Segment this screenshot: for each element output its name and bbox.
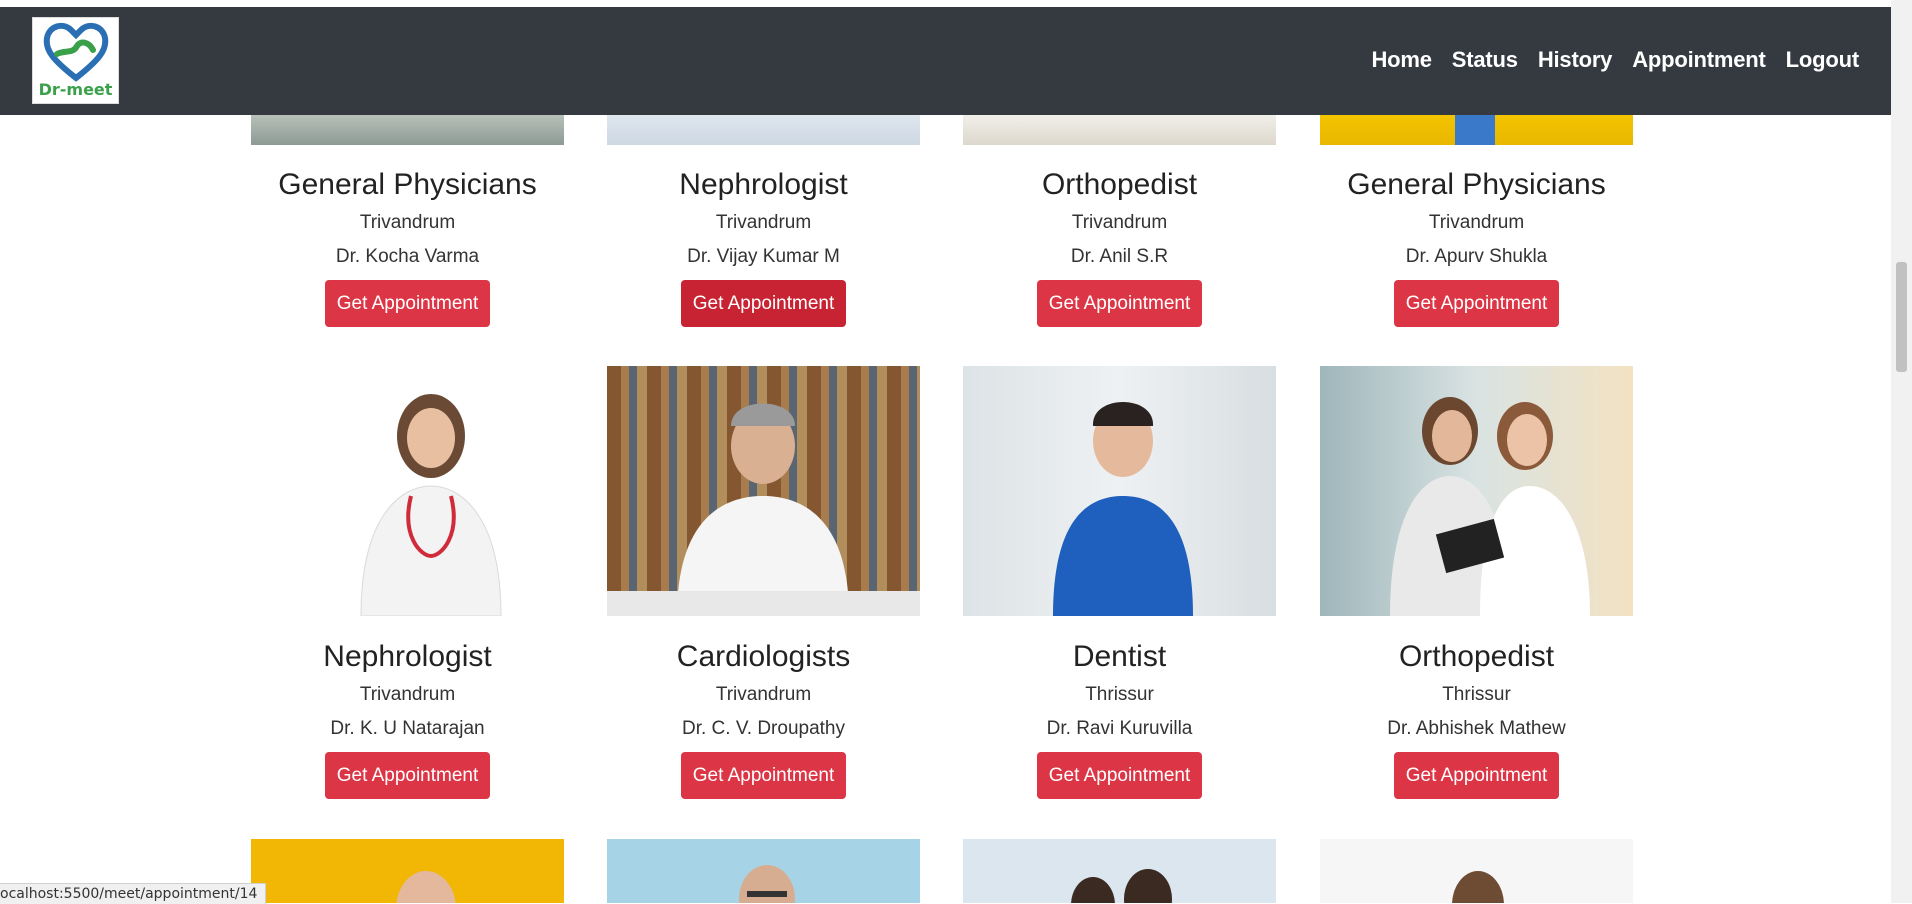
specialty: Dentist — [1072, 640, 1167, 673]
doctor-photo — [607, 366, 920, 616]
nav-logout[interactable]: Logout — [1786, 47, 1860, 73]
window-top-strip — [0, 0, 1912, 7]
doctor-card: General Physicians Trivandrum Dr. Apurv … — [1320, 168, 1633, 327]
brand-name: Dr-meet — [38, 80, 113, 99]
doctor-photo — [607, 115, 920, 145]
brand-logo[interactable]: Dr-meet — [32, 17, 119, 104]
city: Trivandrum — [359, 684, 456, 705]
doctor-name: Dr. Ravi Kuruvilla — [1046, 718, 1193, 739]
doctor-photo — [251, 366, 564, 616]
city: Trivandrum — [1071, 212, 1168, 233]
city: Trivandrum — [359, 212, 456, 233]
doctor-card: General Physicians Trivandrum Dr. Kocha … — [251, 168, 564, 327]
doctor-name: Dr. K. U Natarajan — [330, 718, 485, 739]
doctor-photo — [963, 839, 1276, 903]
city: Trivandrum — [715, 212, 812, 233]
specialty: Nephrologist — [679, 168, 848, 201]
doctor-card: Nephrologist Trivandrum Dr. K. U Nataraj… — [251, 640, 564, 799]
city: Trivandrum — [1428, 212, 1525, 233]
get-appointment-button[interactable]: Get Appointment — [1394, 752, 1559, 799]
specialty: Nephrologist — [323, 640, 492, 673]
doctor-name: Dr. Vijay Kumar M — [687, 246, 840, 267]
status-bar-url: ocalhost:5500/meet/appointment/14 — [0, 883, 267, 904]
scrollbar-thumb[interactable] — [1896, 262, 1907, 372]
doctor-photo — [1320, 115, 1633, 145]
heart-logo-icon — [43, 22, 109, 82]
doctor-card: Cardiologists Trivandrum Dr. C. V. Droup… — [607, 640, 920, 799]
doctor-name: Dr. Anil S.R — [1070, 246, 1169, 267]
doctor-photo — [1320, 839, 1633, 903]
doctor-name: Dr. Abhishek Mathew — [1387, 718, 1566, 739]
doctor-photo — [1320, 366, 1633, 616]
doctor-card: Orthopedist Trivandrum Dr. Anil S.R Get … — [963, 168, 1276, 327]
doctor-photo — [963, 366, 1276, 616]
doctor-card: Dentist Thrissur Dr. Ravi Kuruvilla Get … — [963, 640, 1276, 799]
doctor-name: Dr. Apurv Shukla — [1405, 246, 1548, 267]
get-appointment-button[interactable]: Get Appointment — [681, 280, 846, 327]
nav-history[interactable]: History — [1538, 47, 1613, 73]
specialty: General Physicians — [1347, 168, 1606, 201]
vertical-scrollbar[interactable] — [1891, 0, 1912, 903]
get-appointment-button[interactable]: Get Appointment — [681, 752, 846, 799]
doctor-photo — [963, 115, 1276, 145]
get-appointment-button[interactable]: Get Appointment — [1037, 752, 1202, 799]
doctor-photo — [251, 115, 564, 145]
specialty: General Physicians — [278, 168, 537, 201]
doctor-name: Dr. C. V. Droupathy — [682, 718, 845, 739]
nav-appointment[interactable]: Appointment — [1632, 47, 1766, 73]
get-appointment-button[interactable]: Get Appointment — [325, 752, 490, 799]
specialty: Orthopedist — [1041, 168, 1198, 201]
nav-links: Home Status History Appointment Logout — [1351, 47, 1859, 73]
specialty: Cardiologists — [676, 640, 851, 673]
city: Thrissur — [1085, 684, 1154, 705]
city: Thrissur — [1442, 684, 1511, 705]
get-appointment-button[interactable]: Get Appointment — [1394, 280, 1559, 327]
nav-status[interactable]: Status — [1452, 47, 1518, 73]
get-appointment-button[interactable]: Get Appointment — [1037, 280, 1202, 327]
nav-home[interactable]: Home — [1371, 47, 1432, 73]
get-appointment-button[interactable]: Get Appointment — [325, 280, 490, 327]
doctor-photo — [607, 839, 920, 903]
doctor-photo — [251, 839, 564, 903]
specialty: Orthopedist — [1398, 640, 1555, 673]
doctor-card: Orthopedist Thrissur Dr. Abhishek Mathew… — [1320, 640, 1633, 799]
doctor-card: Nephrologist Trivandrum Dr. Vijay Kumar … — [607, 168, 920, 327]
city: Trivandrum — [715, 684, 812, 705]
navbar: Dr-meet Home Status History Appointment … — [0, 7, 1891, 115]
doctor-name: Dr. Kocha Varma — [335, 246, 480, 267]
